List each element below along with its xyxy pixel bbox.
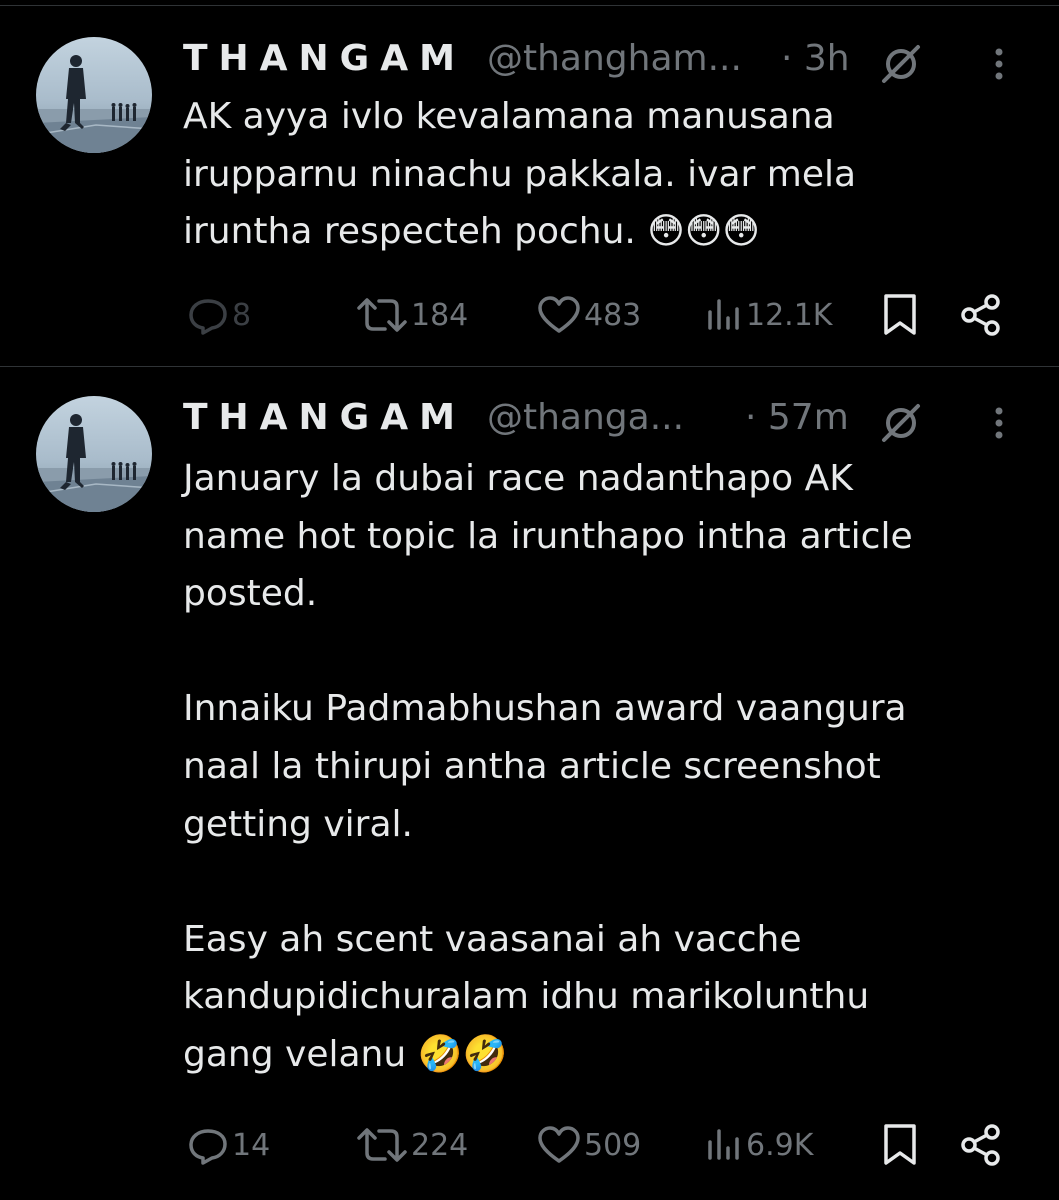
display-name[interactable]: THANGAM [183,397,466,438]
repost-count: 184 [411,297,469,333]
reply-count: 14 [232,1127,271,1163]
views-icon [708,1129,739,1160]
tweet-header: THANGAM @thangham... · 3h [183,34,1013,84]
more-icon[interactable] [989,44,1009,84]
repost-icon [357,298,407,332]
bookmark-icon [884,1124,916,1165]
repost-icon [357,1128,407,1162]
tweet[interactable]: THANGAM @thangham... · 3h AK ayya ivlo k… [0,0,1059,366]
bookmark-button[interactable] [880,1120,920,1170]
views-button[interactable]: 12.1K [704,290,832,340]
timestamp[interactable]: · 3h [781,38,850,79]
repost-button[interactable]: 224 [355,1120,468,1170]
user-handle[interactable]: @thanga... [487,397,684,438]
reply-button[interactable]: 14 [186,1120,270,1170]
share-button[interactable] [959,290,1003,340]
like-count: 509 [584,1127,642,1163]
like-button[interactable]: 483 [536,290,641,340]
like-count: 483 [584,297,642,333]
share-icon [961,1124,1000,1166]
reply-count: 8 [232,297,252,333]
like-button[interactable]: 509 [536,1120,641,1170]
grok-icon[interactable] [877,399,925,447]
views-icon [708,299,739,330]
heart-icon [538,296,580,333]
display-name[interactable]: THANGAM [183,38,466,79]
tweet-text: AK ayya ivlo kevalamana manusana iruppar… [183,96,857,253]
tweet[interactable]: THANGAM @thanga... · 57m January la duba… [0,367,1059,1200]
more-icon[interactable] [989,403,1009,443]
bookmark-button[interactable] [880,290,920,340]
share-button[interactable] [959,1120,1003,1170]
timestamp[interactable]: · 57m [745,397,849,438]
share-icon [961,294,1000,336]
action-bar: 14 224 509 6.9K [183,1120,1013,1170]
reply-button[interactable]: 8 [186,290,251,340]
views-button[interactable]: 6.9K [704,1120,813,1170]
user-handle[interactable]: @thangham... [487,38,742,79]
heart-icon [538,1126,580,1163]
action-bar: 8 184 483 12.1K [183,290,1013,340]
tweet-header: THANGAM @thanga... · 57m [183,393,1013,443]
tweet-text: January la dubai race nadanthapo AK name… [183,458,913,1075]
reply-icon [189,1129,227,1165]
repost-count: 224 [411,1127,469,1163]
avatar[interactable] [36,37,152,153]
view-count: 12.1K [746,297,833,333]
reply-icon [189,299,227,335]
grok-icon[interactable] [877,40,925,88]
repost-button[interactable]: 184 [355,290,468,340]
view-count: 6.9K [746,1127,814,1163]
avatar[interactable] [36,396,152,512]
bookmark-icon [884,294,916,335]
